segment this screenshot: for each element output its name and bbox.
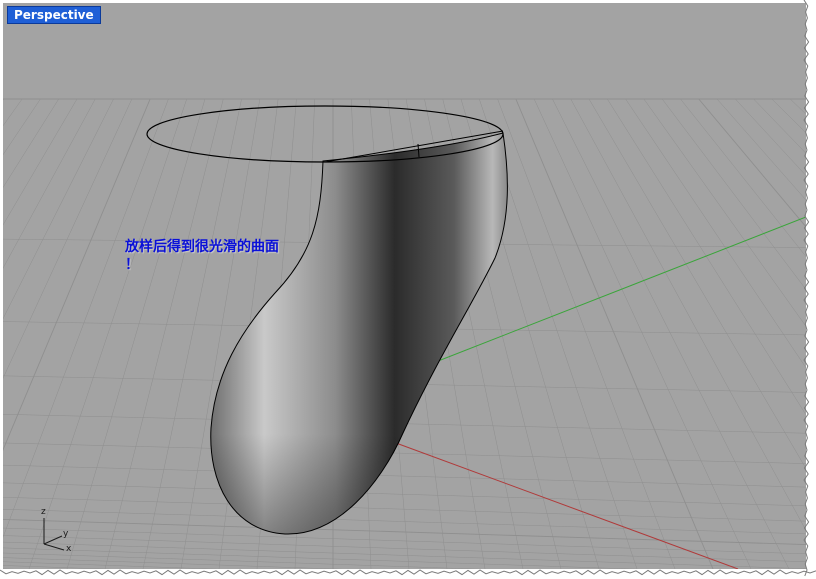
axis-label-x: x [66,544,72,554]
annotation-line-2: ！ [125,257,139,273]
lofted-surface[interactable] [210,132,508,535]
annotation-text: 放样后得到很光滑的曲面 ！ [125,238,279,274]
top-profile-ellipse[interactable] [146,105,504,163]
viewport-title-tab[interactable]: Perspective [7,6,101,24]
axis-label-y: y [63,529,69,539]
screenshot-frame: Perspective 放样后得到很光滑的曲面 ！ z y x [0,0,816,579]
viewport-scene [3,98,806,569]
torn-edge-bottom [0,569,816,576]
annotation-line-1: 放样后得到很光滑的曲面 [125,239,279,255]
axis-indicator: z y x [36,506,82,556]
torn-edge-right [803,0,810,577]
perspective-viewport[interactable]: Perspective 放样后得到很光滑的曲面 ！ z y x [3,3,806,569]
axis-label-z: z [41,507,46,517]
